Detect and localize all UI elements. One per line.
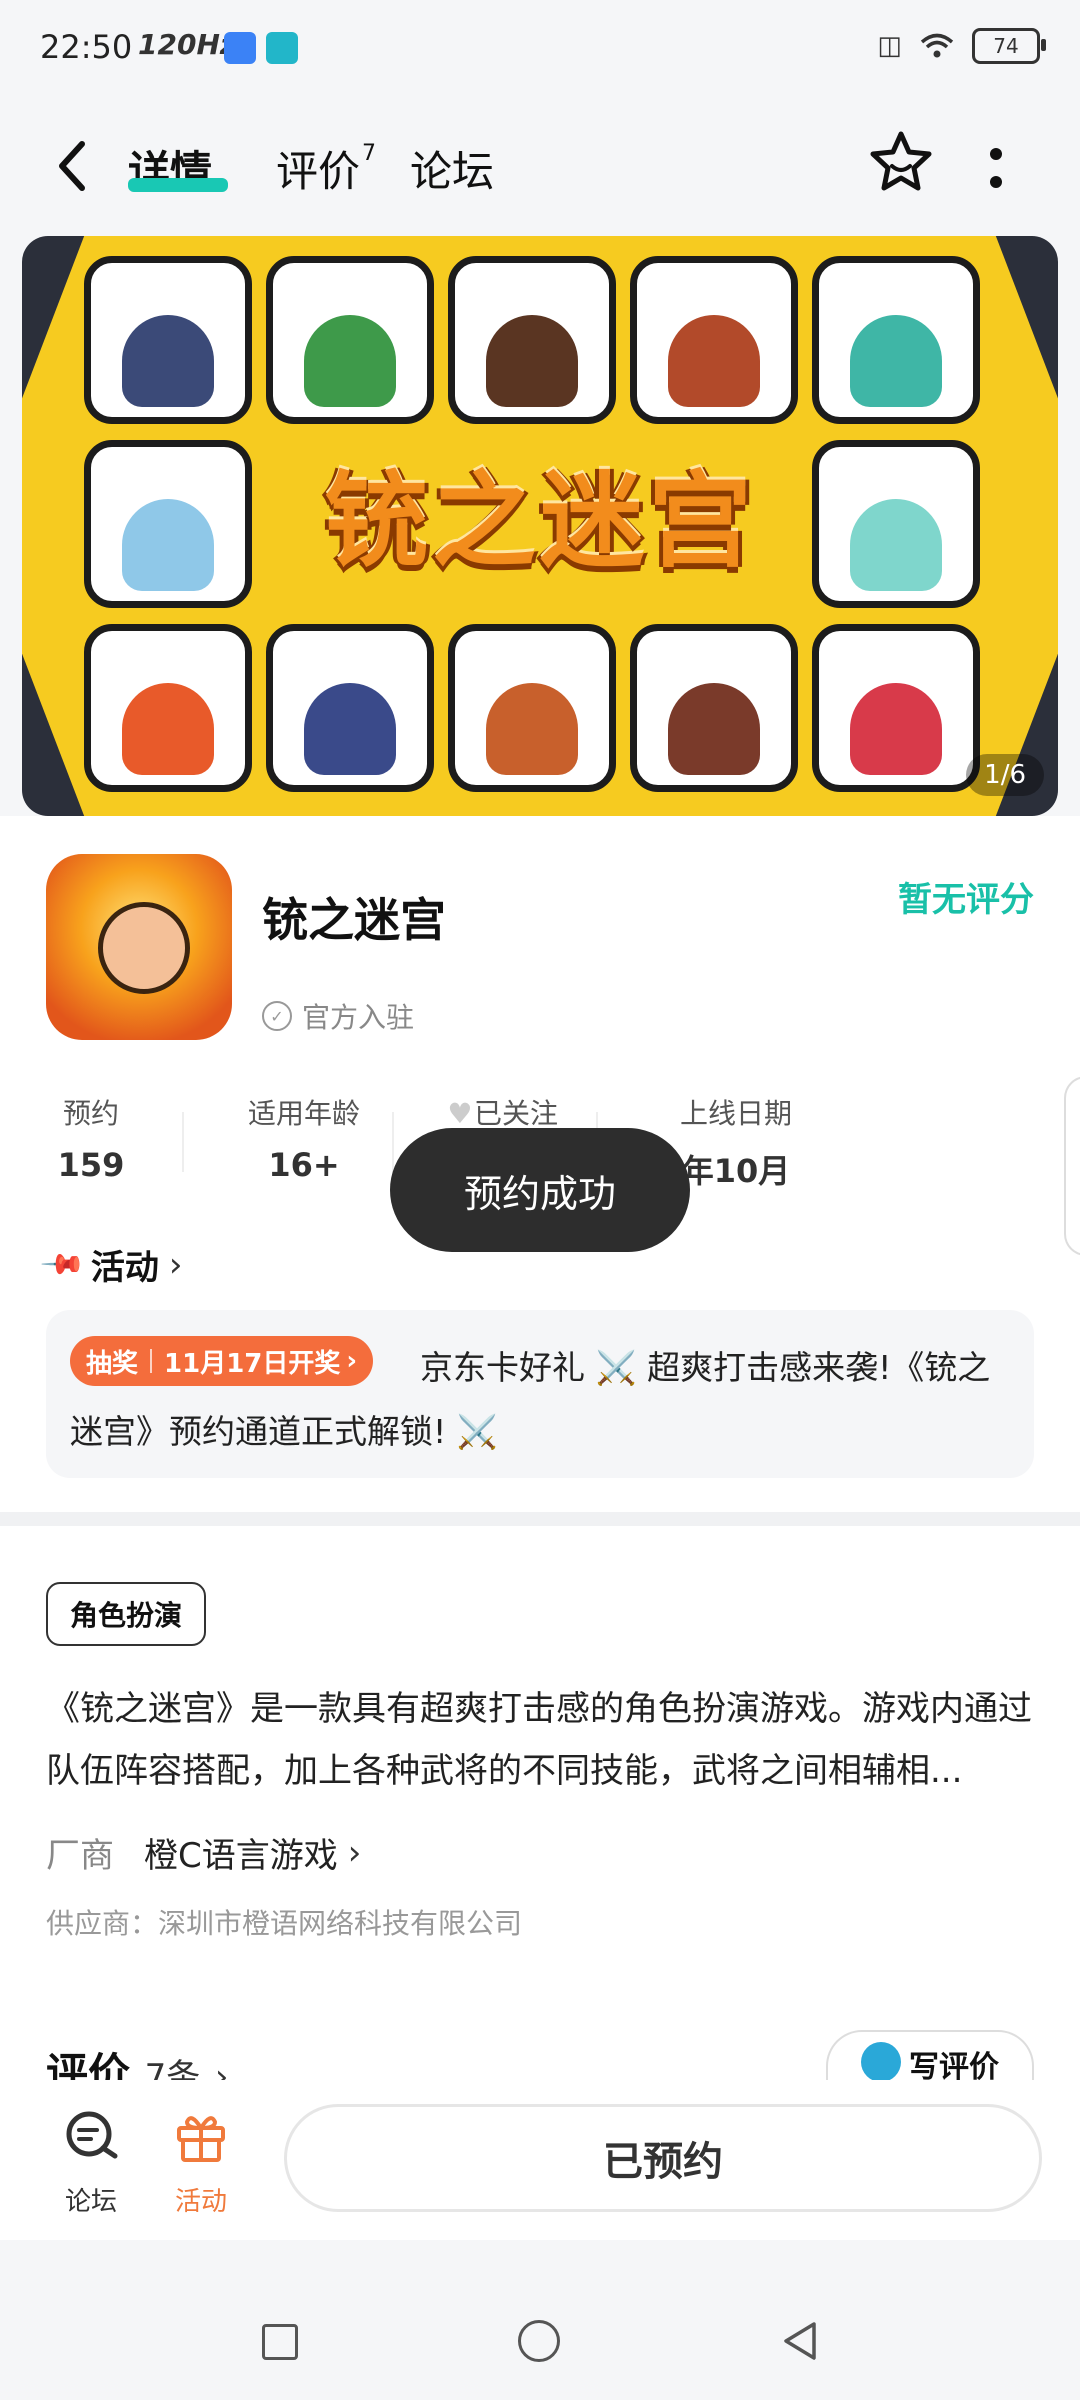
write-review-label: 写评价 [909,2050,999,2080]
reserved-button[interactable]: 已预约 [284,2104,1042,2212]
gift-icon [177,2116,225,2162]
write-review-button[interactable]: 写评价 [826,2030,1034,2080]
favorite-star-icon[interactable] [868,128,934,194]
game-title: 铳之迷宫 [262,893,446,947]
tab-reviews[interactable]: 评价7 [276,138,377,199]
character-tile [448,624,616,792]
status-bar: 22:50 120Hz ◫ 74 [0,0,1080,96]
lottery-badge: 抽奖 11月17日开奖 › [70,1336,374,1386]
badge-date: 11月17日开奖 [164,1348,341,1379]
recent-apps-icon[interactable] [262,2324,298,2360]
section-divider [0,1512,1080,1526]
check-icon: ✓ [262,1001,292,1031]
status-right: ◫ 74 [877,28,1046,64]
stat-divider [182,1112,184,1172]
stat-reservations: 预约 159 [46,1092,136,1184]
chevron-right-icon: › [168,1244,183,1285]
bottom-nav-forum[interactable]: 论坛 [46,2108,136,2218]
back-icon[interactable] [52,136,96,196]
game-banner[interactable]: 铳之迷宫 1/6 [22,236,1058,816]
reviews-header[interactable]: 评价 7条 › [46,2040,229,2080]
chevron-right-icon: › [347,1832,362,1873]
stat-label: 上线日期 [679,1097,792,1130]
tab-forum[interactable]: 论坛 [410,138,494,199]
genre-tag[interactable]: 角色扮演 [46,1582,207,1646]
heart-icon: ♥ [447,1097,473,1130]
character-tile [84,624,252,792]
notification-icons [224,32,298,64]
bottom-nav-activity[interactable]: 活动 [156,2108,246,2218]
reviews-title: 评价 [46,2049,131,2080]
chevron-right-icon: › [214,2057,229,2080]
battery-level: 74 [993,34,1019,58]
stat-label: 预约 [62,1097,119,1130]
character-tile [812,440,980,608]
character-tile [630,256,798,424]
activity-label: 活动 [174,2187,227,2217]
badge-divider [150,1349,153,1373]
supplier-info: 供应商：深圳市橙语网络科技有限公司 [46,1907,523,1940]
official-label: 官方入驻 [302,1001,415,1034]
chevron-right-icon: › [346,1346,358,1376]
official-verified: ✓ 官方入驻 [262,996,414,1036]
system-back-icon[interactable] [778,2318,822,2364]
game-app-icon [46,854,232,1040]
vendor-label: 厂商 [46,1836,114,1876]
app-icon-character [98,902,190,994]
character-tile [266,624,434,792]
battery-icon: 74 [972,28,1046,64]
home-icon[interactable] [518,2320,560,2362]
forum-label: 论坛 [64,2187,117,2217]
more-menu-icon[interactable] [990,146,1002,190]
vendor-name: 橙C语言游戏 [144,1836,338,1876]
character-tile [630,624,798,792]
activity-card[interactable]: 京东卡好礼 ⚔️ 超爽打击感来袭!《铳之迷宫》预约通道正式解锁! ⚔️ 抽奖 1… [46,1310,1034,1478]
character-tile [448,256,616,424]
character-tile [84,256,252,424]
stat-value: 159 [57,1146,125,1184]
stat-label: 适用年龄 [247,1097,360,1130]
character-tile [812,624,980,792]
tab-reviews-count: 7 [362,141,377,166]
wifi-icon [920,33,954,58]
notification-app-icon [224,32,256,64]
character-tile [266,256,434,424]
badge-type: 抽奖 [86,1348,139,1379]
character-tile [812,256,980,424]
rating-status: 暂无评分 [898,880,1034,920]
bottom-action-bar: 论坛 活动 已预约 [0,2080,1080,2240]
banner-game-logo: 铳之迷宫 [323,460,756,582]
vibrate-icon: ◫ [877,31,902,61]
pin-icon: 📌 [39,1240,88,1289]
reviews-count: 7条 [144,2057,201,2080]
notification-app-icon [266,32,298,64]
stat-value: 16+ [268,1146,340,1184]
refresh-rate: 120Hz [138,28,237,61]
tab-reviews-label: 评价 [276,147,361,196]
game-description[interactable]: 《铳之迷宫》是一款具有超爽打击感的角色扮演游戏。游戏内通过队伍阵容搭配，加上各种… [46,1678,1034,1802]
stat-divider [392,1112,394,1172]
toast-message: 预约成功 [390,1128,690,1252]
character-tile [84,440,252,608]
status-time: 22:50 [40,28,133,66]
activity-section-header[interactable]: 📌 活动 › [39,1240,183,1289]
user-avatar-icon [861,2042,901,2080]
stat-age-rating: 适用年龄 16+ [224,1092,384,1184]
side-drawer-handle[interactable] [1064,1076,1080,1256]
banner-page-indicator: 1/6 [966,754,1044,796]
stat-label-followed: ♥已关注 [447,1097,558,1130]
active-tab-indicator [128,178,228,192]
vendor-row[interactable]: 厂商 橙C语言游戏 › [46,1828,361,1877]
forum-chat-icon [66,2111,118,2159]
activity-title: 活动 [90,1248,159,1288]
